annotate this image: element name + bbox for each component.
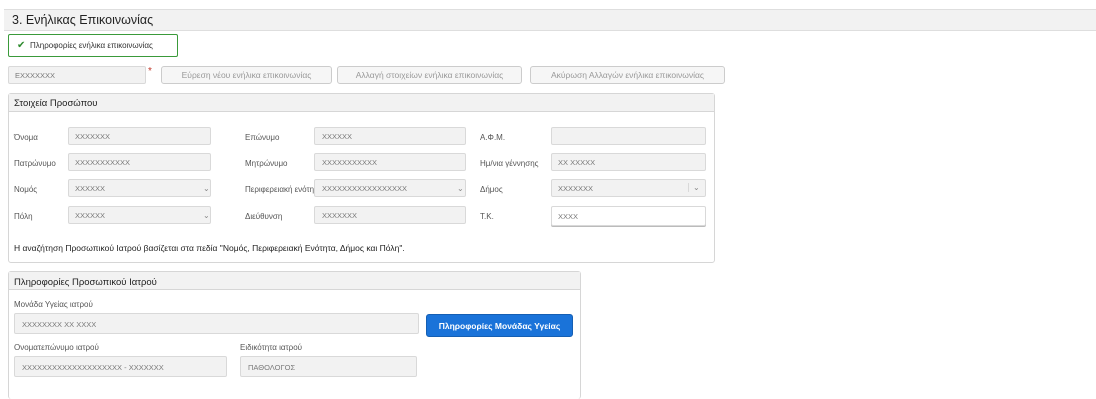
municipality-label: Δήμος bbox=[480, 185, 503, 194]
first-name-label: Όνομα bbox=[14, 133, 38, 142]
father-name-value: ΧΧΧΧΧΧΧΧΧΧΧ bbox=[75, 158, 131, 167]
doctor-name-value: ΧΧΧΧΧΧΧΧΧΧΧΧΧΧΧΧΧΧΧΧ - ΧΧΧΧΧΧΧ bbox=[22, 363, 164, 372]
doctor-panel-title: Πληροφορίες Προσωπικού Ιατρού bbox=[14, 277, 157, 288]
chevron-down-icon[interactable]: ⌄ bbox=[688, 183, 702, 192]
afm-label: Α.Φ.Μ. bbox=[480, 133, 506, 142]
mother-name-label: Μητρώνυμο bbox=[245, 159, 288, 168]
last-name-label: Επώνυμο bbox=[245, 133, 280, 142]
doctor-specialty-value: ΠΑΘΟΛΟΓΟΣ bbox=[248, 363, 296, 372]
cancel-changes-button[interactable]: Ακύρωση Αλλαγών ενήλικα επικοινωνίας bbox=[530, 66, 725, 84]
address-label: Διεύθυνση bbox=[245, 212, 283, 221]
mother-name-value: ΧΧΧΧΧΧΧΧΧΧΧ bbox=[322, 158, 378, 167]
person-panel-header bbox=[9, 94, 714, 112]
chevron-down-icon[interactable]: ⌄ bbox=[203, 184, 210, 193]
postal-code-value: ΧΧΧΧ bbox=[558, 212, 579, 221]
region-value: ΧΧΧΧΧΧΧΧΧΧΧΧΧΧΧΧΧ bbox=[322, 184, 408, 193]
contact-search-value: ΕΧΧΧΧΧΧΧ bbox=[15, 71, 56, 80]
doctor-name-label: Ονοματεπώνυμο ιατρού bbox=[14, 343, 99, 352]
chevron-down-icon[interactable]: ⌄ bbox=[457, 184, 464, 193]
search-note: Η αναζήτηση Προσωπικού Ιατρού βασίζεται … bbox=[14, 243, 405, 253]
prefecture-value: ΧΧΧΧΧΧ bbox=[75, 184, 106, 193]
doctor-unit-label: Μονάδα Υγείας ιατρού bbox=[14, 300, 93, 309]
check-icon: ✔ bbox=[17, 40, 26, 51]
municipality-value: ΧΧΧΧΧΧΧ bbox=[558, 184, 594, 193]
region-label: Περιφερειακή ενότητα bbox=[245, 185, 322, 194]
chevron-down-icon[interactable]: ⌄ bbox=[203, 211, 210, 220]
find-new-contact-button[interactable]: Εύρεση νέου ενήλικα επικοινωνίας bbox=[161, 66, 332, 84]
birth-date-value: ΧΧ ΧΧΧΧΧ bbox=[558, 158, 596, 167]
last-name-value: ΧΧΧΧΧΧ bbox=[322, 132, 353, 141]
address-value: ΧΧΧΧΧΧΧ bbox=[322, 211, 358, 220]
contact-info-label: Πληροφορίες ενήλικα επικοινωνίας bbox=[30, 41, 153, 50]
doctor-unit-value: ΧΧΧΧΧΧΧΧ ΧΧ ΧΧΧΧ bbox=[22, 320, 97, 329]
required-mark: * bbox=[148, 66, 152, 77]
city-label: Πόλη bbox=[14, 212, 33, 221]
health-unit-info-button[interactable]: Πληροφορίες Μονάδας Υγείας bbox=[426, 314, 573, 337]
father-name-label: Πατρώνυμο bbox=[14, 159, 56, 168]
first-name-value: ΧΧΧΧΧΧΧ bbox=[75, 132, 111, 141]
change-contact-button[interactable]: Αλλαγή στοιχείων ενήλικα επικοινωνίας bbox=[337, 66, 522, 84]
section-header bbox=[4, 9, 1096, 31]
doctor-specialty-label: Ειδικότητα ιατρού bbox=[240, 343, 303, 352]
birth-date-label: Ημ/νια γέννησης bbox=[480, 159, 539, 168]
postal-code-label: Τ.Κ. bbox=[480, 212, 494, 221]
person-panel bbox=[8, 93, 715, 263]
city-value: ΧΧΧΧΧΧ bbox=[75, 211, 106, 220]
prefecture-label: Νομός bbox=[14, 185, 38, 194]
person-panel-title: Στοιχεία Προσώπου bbox=[14, 98, 98, 109]
section-title: 3. Ενήλικας Επικοινωνίας bbox=[12, 13, 154, 27]
afm-field[interactable] bbox=[551, 127, 706, 145]
